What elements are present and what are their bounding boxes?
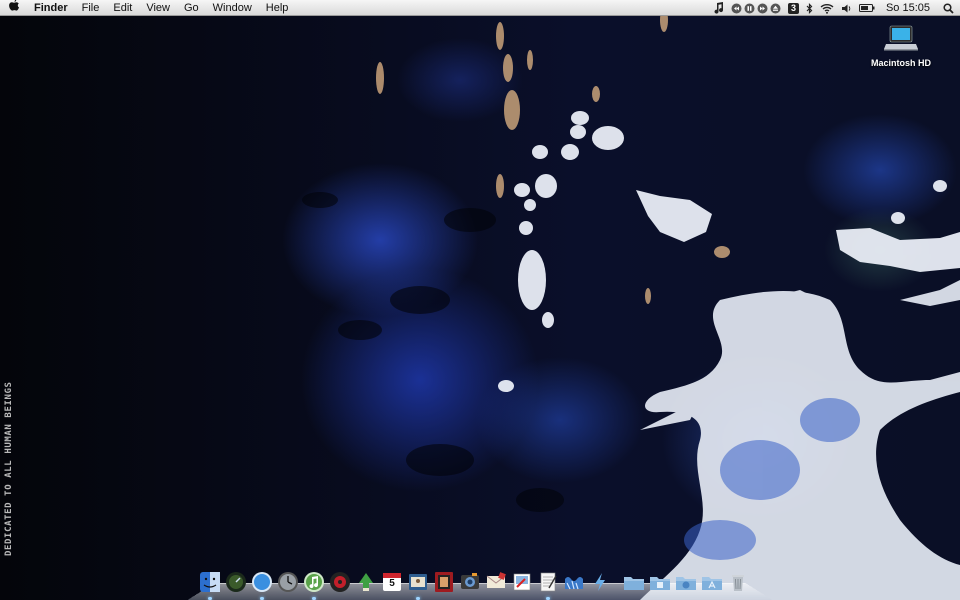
textedit-icon[interactable] [536, 570, 560, 600]
laptop-icon [884, 24, 918, 52]
documents-folder-icon[interactable] [648, 570, 672, 594]
wave-icon[interactable] [562, 570, 586, 594]
itunes-icon[interactable] [302, 570, 326, 600]
desktop-icon-label: Macintosh HD [870, 58, 931, 68]
safari-icon[interactable] [250, 570, 274, 600]
menu-go[interactable]: Go [177, 0, 206, 16]
music-note-icon[interactable] [714, 2, 724, 14]
dedication-label: DEDICATED TO ALL HUMAN BEINGS [4, 381, 14, 556]
badge-count: 3 [787, 2, 799, 14]
wifi-icon[interactable] [820, 2, 834, 14]
apple-menu-icon[interactable] [0, 0, 28, 16]
wallpaper-dedication-text: DEDICATED TO ALL HUMAN BEINGS [4, 336, 18, 556]
menu-app-finder[interactable]: Finder [28, 0, 75, 16]
media-controls [731, 2, 781, 14]
menu-window[interactable]: Window [206, 0, 259, 16]
preview-icon[interactable] [510, 570, 534, 594]
dock-separator [614, 570, 620, 594]
photo-booth-icon[interactable] [432, 570, 456, 594]
address-book-icon[interactable] [406, 570, 430, 600]
finder-icon[interactable] [198, 570, 222, 600]
desktop[interactable]: DEDICATED TO ALL HUMAN BEINGS Finder Fil… [0, 0, 960, 600]
bluetooth-icon[interactable] [806, 2, 813, 14]
play-pause-icon[interactable] [744, 3, 755, 14]
badge-3-icon[interactable]: 3 [787, 2, 799, 14]
dock: 5 [186, 566, 774, 600]
dashboard-icon[interactable] [224, 570, 248, 594]
downloads-folder-icon[interactable] [674, 570, 698, 594]
battery-icon[interactable] [858, 2, 875, 14]
ical-day: 5 [389, 578, 395, 589]
trash-icon[interactable] [726, 570, 750, 594]
menu-view[interactable]: View [139, 0, 177, 16]
lightning-icon[interactable] [588, 570, 612, 594]
app-store-folder-icon[interactable] [700, 570, 724, 594]
mail-icon[interactable] [484, 570, 508, 594]
menu-file[interactable]: File [75, 0, 107, 16]
volume-icon[interactable] [841, 2, 852, 14]
applications-folder-icon[interactable] [622, 570, 646, 594]
clock-icon[interactable] [276, 570, 300, 594]
ical-icon[interactable]: 5 [380, 570, 404, 594]
paint-splash-art [302, 8, 960, 600]
menu-help[interactable]: Help [259, 0, 296, 16]
iphoto-icon[interactable] [458, 570, 482, 594]
next-track-icon[interactable] [757, 3, 768, 14]
spotlight-search-icon[interactable] [943, 2, 954, 14]
menu-bar: Finder File Edit View Go Window Help 3 S… [0, 0, 960, 16]
previous-track-icon[interactable] [731, 3, 742, 14]
menu-edit[interactable]: Edit [106, 0, 139, 16]
dvd-player-icon[interactable] [328, 570, 352, 594]
rocket-icon[interactable] [354, 570, 378, 594]
eject-icon[interactable] [770, 3, 781, 14]
menubar-clock[interactable]: So 15:05 [886, 0, 930, 16]
desktop-icon-macintosh-hd[interactable]: Macintosh HD [866, 24, 936, 68]
wallpaper [0, 0, 960, 600]
